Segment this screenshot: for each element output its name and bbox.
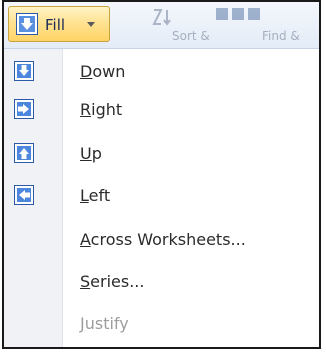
menu-item-left[interactable]: Left bbox=[4, 177, 319, 215]
accelerator-key: D bbox=[80, 62, 93, 81]
menu-item-right[interactable]: Right bbox=[4, 91, 319, 129]
find-select-icon bbox=[216, 6, 260, 28]
fill-button-label: Fill bbox=[45, 16, 66, 34]
menu-item-label: Series... bbox=[80, 272, 144, 291]
fill-button[interactable]: Fill bbox=[8, 6, 110, 42]
menu-item-label: Justify bbox=[80, 314, 129, 333]
menu-item-label: Across Worksheets... bbox=[80, 230, 246, 249]
menu-item-label-rest: cross Worksheets... bbox=[90, 230, 246, 249]
fill-dropdown-menu: Down Right Up Left Across Worksheets... … bbox=[4, 49, 319, 347]
accelerator-key: L bbox=[80, 186, 89, 205]
accelerator-key: R bbox=[80, 100, 92, 119]
accelerator-key: S bbox=[80, 272, 91, 291]
menu-item-down[interactable]: Down bbox=[4, 53, 319, 91]
sort-filter-icon bbox=[152, 8, 176, 30]
menu-item-up[interactable]: Up bbox=[4, 135, 319, 173]
menu-item-label: Right bbox=[80, 100, 122, 119]
ribbon-ghost-label-find: Find & bbox=[262, 29, 300, 43]
fill-left-icon bbox=[14, 185, 34, 209]
accelerator-key: U bbox=[80, 144, 92, 163]
menu-item-label-rest: ustify bbox=[84, 314, 129, 333]
menu-item-justify: Justify bbox=[4, 305, 319, 343]
accelerator-key: A bbox=[80, 230, 91, 249]
menu-item-series[interactable]: Series... bbox=[4, 263, 319, 301]
menu-item-label-rest: eries... bbox=[90, 272, 145, 291]
fill-down-icon bbox=[16, 13, 38, 39]
menu-item-label: Left bbox=[80, 186, 110, 205]
menu-item-label-rest: p bbox=[91, 144, 102, 163]
menu-item-label: Up bbox=[80, 144, 102, 163]
menu-item-label-rest: eft bbox=[88, 186, 111, 205]
fill-right-icon bbox=[14, 99, 34, 123]
fill-up-icon bbox=[14, 143, 34, 167]
fill-menu-window: Fill Sort & Find & Down Right Up Left Ac… bbox=[2, 0, 321, 349]
chevron-down-icon bbox=[87, 22, 95, 27]
menu-item-across-worksheets[interactable]: Across Worksheets... bbox=[4, 221, 319, 259]
menu-item-label: Down bbox=[80, 62, 125, 81]
ribbon-strip: Fill Sort & Find & bbox=[4, 2, 319, 49]
ribbon-ghost-label-sort: Sort & bbox=[172, 29, 210, 43]
menu-item-label-rest: own bbox=[92, 62, 126, 81]
menu-item-label-rest: ight bbox=[91, 100, 123, 119]
fill-down-icon bbox=[14, 61, 34, 85]
